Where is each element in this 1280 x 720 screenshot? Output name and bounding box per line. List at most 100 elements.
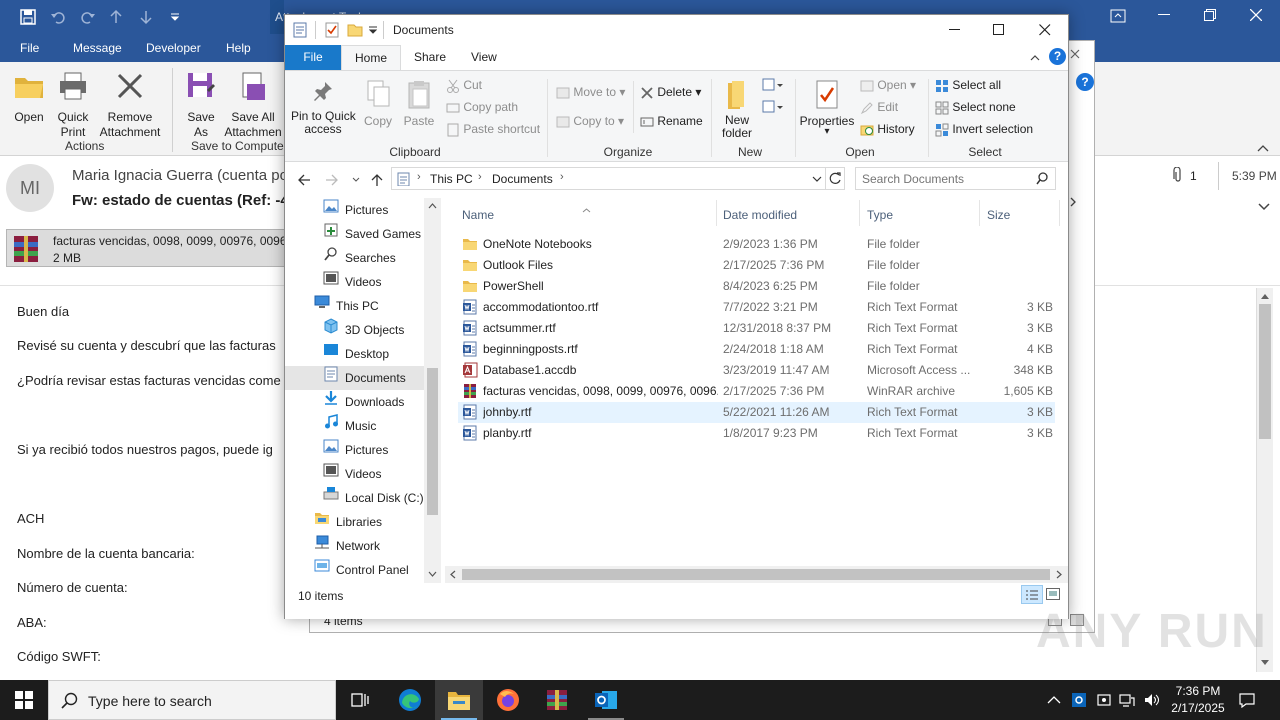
network-icon[interactable] <box>1119 692 1135 708</box>
nav-item[interactable]: Network <box>285 534 424 558</box>
tab-help[interactable]: Help <box>226 41 251 55</box>
nav-item[interactable]: Pictures <box>285 438 424 462</box>
help-icon[interactable]: ? <box>1076 73 1094 91</box>
properties-small-icon[interactable] <box>293 22 307 38</box>
search-input[interactable] <box>862 170 1032 187</box>
notifications-icon[interactable] <box>1239 692 1255 708</box>
scroll-down-icon[interactable] <box>1260 659 1270 667</box>
nav-item[interactable]: This PC <box>285 294 424 318</box>
outlook-button[interactable] <box>582 680 630 720</box>
nav-item[interactable]: Control Panel <box>285 558 424 582</box>
scroll-left-icon[interactable] <box>449 570 456 579</box>
nav-item[interactable]: Pictures <box>285 198 424 222</box>
column-header-date[interactable]: Date modified <box>723 208 797 222</box>
scroll-up-icon[interactable] <box>1260 292 1270 300</box>
outlook-tray-icon[interactable] <box>1071 692 1087 708</box>
breadcrumb-documents[interactable]: Documents <box>492 172 553 186</box>
search-box[interactable] <box>855 167 1056 190</box>
maximize-icon[interactable] <box>993 24 1005 36</box>
taskbar-search-box[interactable]: Type here to search <box>48 680 336 720</box>
horizontal-scrollbar[interactable] <box>445 566 1068 583</box>
column-divider[interactable] <box>979 200 980 226</box>
column-divider[interactable] <box>859 200 860 226</box>
tab-message[interactable]: Message <box>73 41 122 55</box>
nav-item[interactable]: Videos <box>285 270 424 294</box>
ribbon-display-icon[interactable] <box>1110 9 1126 23</box>
scroll-up-icon[interactable] <box>428 202 437 209</box>
file-row[interactable]: facturas vencidas, 0098, 0099, 00976, 00… <box>458 381 1055 402</box>
tab-share[interactable]: Share <box>401 45 459 70</box>
new-folder-small-icon[interactable] <box>347 22 363 38</box>
arrow-down-icon[interactable] <box>140 9 152 25</box>
windows-start-icon[interactable] <box>15 691 33 709</box>
refresh-button[interactable] <box>825 167 845 190</box>
column-header-name[interactable]: Name <box>462 208 494 222</box>
file-row[interactable]: beginningposts.rtf 2/24/2018 1:18 AM Rich … <box>458 339 1055 360</box>
show-hidden-icons-icon[interactable] <box>1047 695 1061 704</box>
invert-selection-button[interactable]: Invert selection <box>935 122 1033 137</box>
new-item-icon[interactable] <box>761 77 785 93</box>
file-row[interactable]: Database1.accdb 3/23/2019 11:47 AM Microso… <box>458 360 1055 381</box>
recent-locations-icon[interactable] <box>352 177 360 183</box>
clock-time[interactable]: 7:36 PM <box>1170 684 1226 698</box>
select-none-button[interactable]: Select none <box>935 100 1016 115</box>
edge-button[interactable] <box>386 680 434 720</box>
scrollbar-thumb[interactable] <box>462 569 1050 580</box>
scroll-right-icon[interactable] <box>1056 570 1063 579</box>
file-row[interactable]: PowerShell 8/4/2023 6:25 PM File folder <box>458 276 1055 297</box>
remove-attachment-button[interactable]: Remove Attachment <box>96 70 164 140</box>
nav-item[interactable]: Desktop <box>285 342 424 366</box>
file-explorer-button[interactable] <box>435 680 483 720</box>
open-attachment-button[interactable]: Open <box>8 70 50 125</box>
collapse-ribbon-icon[interactable] <box>1030 54 1040 61</box>
chevron-right-icon[interactable] <box>1068 196 1078 208</box>
tab-view[interactable]: View <box>458 45 510 70</box>
edit-button[interactable]: Edit <box>860 100 898 115</box>
new-folder-button[interactable]: New folder <box>717 79 757 140</box>
move-to-button[interactable]: Move to ▾ <box>556 85 625 100</box>
scroll-down-icon[interactable] <box>428 571 437 578</box>
close-icon[interactable] <box>1070 49 1080 59</box>
nav-item[interactable]: 3D Objects <box>285 318 424 342</box>
back-arrow-icon[interactable] <box>297 173 311 187</box>
scrollbar-thumb[interactable] <box>427 368 438 515</box>
select-all-button[interactable]: Select all <box>935 78 1001 93</box>
quick-print-button[interactable]: Quick Print <box>52 70 94 140</box>
undo-icon[interactable] <box>50 9 66 25</box>
column-header-type[interactable]: Type <box>867 208 893 222</box>
delete-button[interactable]: Delete ▾ <box>640 85 701 100</box>
copy-path-button[interactable]: Copy path <box>446 100 518 115</box>
breadcrumb-separator[interactable]: › <box>478 171 482 183</box>
search-icon[interactable] <box>1036 172 1049 185</box>
redo-icon[interactable] <box>80 9 96 25</box>
close-icon[interactable] <box>1039 24 1051 36</box>
copy-button[interactable]: Copy <box>361 79 395 128</box>
copy-to-button[interactable]: Copy to ▾ <box>556 114 624 129</box>
sender-name[interactable]: Maria Ignacia Guerra (cuenta po <box>72 167 288 184</box>
customize-toolbar-icon[interactable] <box>170 12 180 22</box>
save-all-attachments-button[interactable]: Save All Attachmen <box>222 70 284 140</box>
file-row[interactable]: Outlook Files 2/17/2025 7:36 PM File folde… <box>458 255 1055 276</box>
firefox-button[interactable] <box>484 680 532 720</box>
expand-header-icon[interactable] <box>1258 203 1270 211</box>
volume-icon[interactable] <box>1143 692 1159 708</box>
forward-arrow-icon[interactable] <box>325 173 339 187</box>
address-bar[interactable]: › This PC › Documents › <box>391 167 826 190</box>
breadcrumb-this-pc[interactable]: This PC <box>430 172 473 186</box>
device-tray-icon[interactable] <box>1096 692 1112 708</box>
up-arrow-icon[interactable] <box>370 173 384 187</box>
minimize-icon[interactable] <box>949 29 961 31</box>
save-icon[interactable] <box>20 9 36 25</box>
tab-developer[interactable]: Developer <box>146 41 201 55</box>
clock-date[interactable]: 2/17/2025 <box>1166 701 1230 715</box>
help-icon[interactable]: ? <box>1049 48 1066 65</box>
rename-button[interactable]: Rename <box>640 114 703 129</box>
nav-item[interactable]: Music <box>285 413 424 438</box>
nav-scrollbar[interactable] <box>424 198 441 583</box>
nav-item[interactable]: Searches <box>285 246 424 270</box>
address-dropdown-icon[interactable] <box>812 176 822 183</box>
scrollbar-thumb[interactable] <box>1259 304 1271 439</box>
close-icon[interactable] <box>1250 9 1262 21</box>
properties-dropdown-icon[interactable]: ▾ <box>799 127 855 137</box>
nav-item[interactable]: Libraries <box>285 510 424 534</box>
